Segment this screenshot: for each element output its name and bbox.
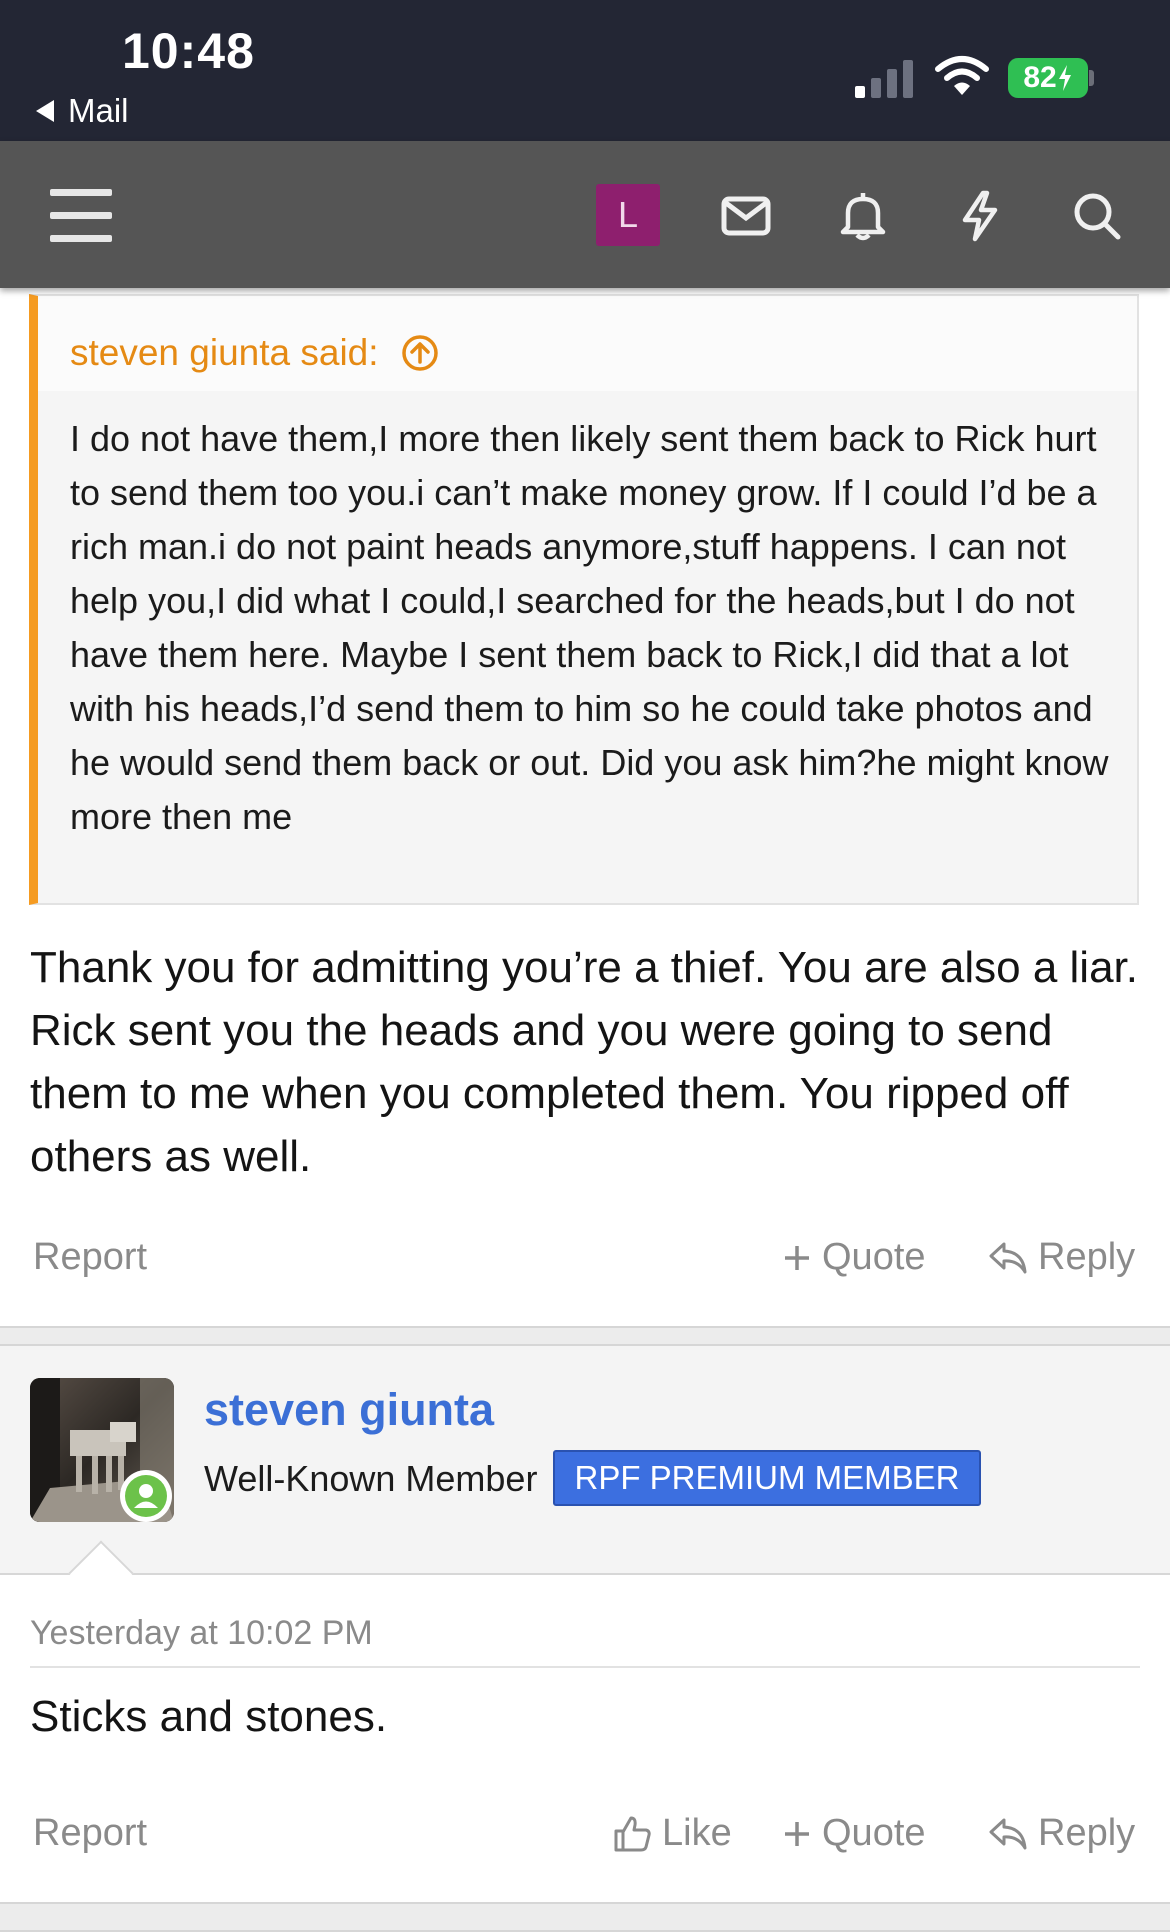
online-status-icon bbox=[120, 1470, 172, 1522]
back-to-mail-button[interactable]: Mail bbox=[36, 92, 129, 130]
back-arrow-icon bbox=[36, 100, 54, 122]
status-bar: 10:48 Mail 82 bbox=[0, 0, 1170, 141]
quote-button-label: Quote bbox=[822, 1812, 926, 1854]
quote-author-label: steven giunta said: bbox=[70, 332, 379, 373]
search-icon[interactable] bbox=[1065, 181, 1129, 251]
battery-nub bbox=[1089, 70, 1094, 86]
post-actions: Report Like Quote Reply bbox=[0, 1812, 1170, 1872]
quote-button[interactable]: Quote bbox=[782, 1812, 926, 1855]
quote-button-label: Quote bbox=[822, 1236, 926, 1278]
report-link[interactable]: Report bbox=[33, 1812, 147, 1855]
date-divider bbox=[30, 1666, 1140, 1668]
post-actions: Report Quote Reply bbox=[0, 1236, 1170, 1296]
battery-level: 82 bbox=[1023, 61, 1057, 94]
quote-block: steven giunta said: I do not have them,I… bbox=[29, 294, 1139, 905]
plus-icon bbox=[785, 1245, 809, 1270]
thumbs-up-icon bbox=[614, 1816, 651, 1851]
cellular-signal-icon bbox=[855, 60, 913, 98]
post-body: Thank you for admitting you’re a thief. … bbox=[30, 943, 1138, 1181]
bell-icon[interactable] bbox=[833, 181, 893, 251]
premium-member-badge: RPF PREMIUM MEMBER bbox=[553, 1450, 981, 1506]
reply-button-label: Reply bbox=[1038, 1236, 1136, 1278]
post-date[interactable]: Yesterday at 10:02 PM bbox=[30, 1614, 373, 1653]
like-button[interactable]: Like bbox=[612, 1812, 732, 1855]
report-link[interactable]: Report bbox=[33, 1236, 147, 1279]
back-app-label: Mail bbox=[68, 92, 129, 129]
reply-arrow-icon bbox=[989, 1242, 1027, 1273]
forum-navbar: L bbox=[0, 141, 1170, 288]
jump-to-quote-icon[interactable] bbox=[401, 334, 439, 372]
post-user-block: steven giunta Well-Known Member RPF PREM… bbox=[0, 1346, 1170, 1606]
plus-icon bbox=[785, 1821, 809, 1846]
account-avatar[interactable]: L bbox=[596, 184, 660, 246]
post-divider bbox=[0, 1326, 1170, 1346]
reply-button-label: Reply bbox=[1038, 1812, 1136, 1854]
user-title: Well-Known Member bbox=[204, 1458, 538, 1499]
reply-arrow-icon bbox=[989, 1818, 1027, 1849]
post-divider bbox=[0, 1902, 1170, 1932]
bolt-icon[interactable] bbox=[952, 181, 1008, 251]
charging-bolt-icon bbox=[1058, 65, 1071, 91]
wifi-icon bbox=[935, 56, 989, 95]
post-body: Sticks and stones. bbox=[30, 1692, 388, 1741]
menu-icon[interactable] bbox=[46, 181, 116, 251]
quote-author-link[interactable]: steven giunta said: bbox=[70, 332, 439, 374]
battery-indicator: 82 bbox=[1008, 58, 1088, 98]
quote-text: I do not have them,I more then likely se… bbox=[70, 418, 1109, 837]
reply-button[interactable]: Reply bbox=[988, 1812, 1135, 1855]
reply-button[interactable]: Reply bbox=[988, 1236, 1135, 1279]
like-button-label: Like bbox=[662, 1812, 732, 1854]
user-block-pointer bbox=[68, 1540, 134, 1606]
status-time: 10:48 bbox=[122, 23, 255, 79]
quote-button[interactable]: Quote bbox=[782, 1236, 926, 1279]
mail-icon[interactable] bbox=[716, 181, 776, 251]
post-username[interactable]: steven giunta bbox=[204, 1384, 494, 1436]
quote-header: steven giunta said: bbox=[38, 296, 1137, 391]
